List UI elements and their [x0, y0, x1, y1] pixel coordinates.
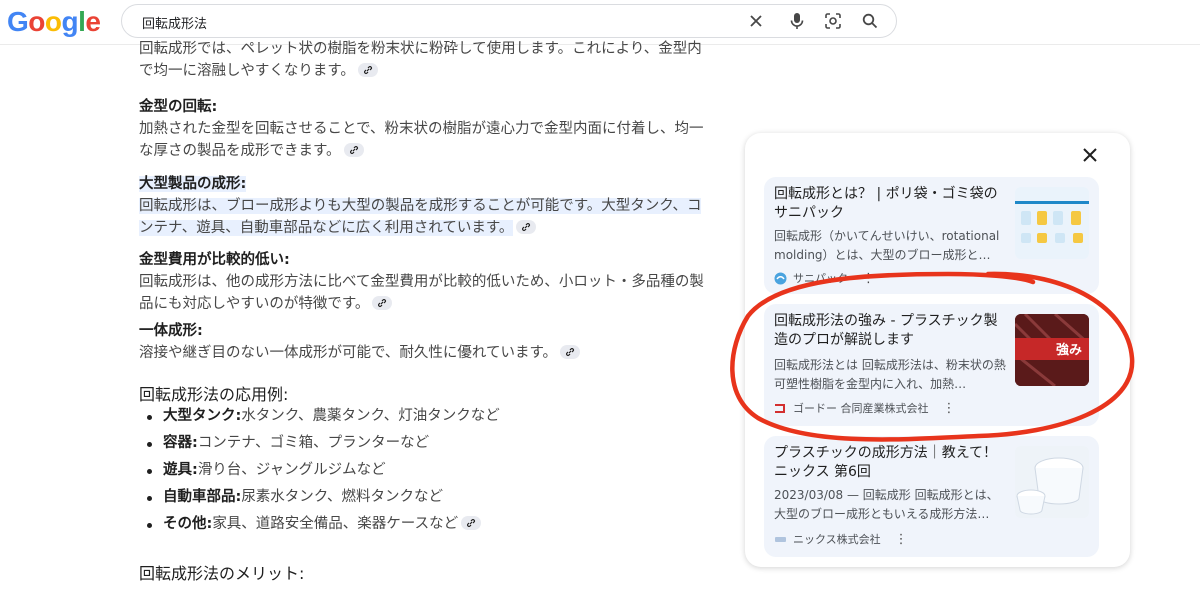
section-text: 溶接や継ぎ目のない一体成形が可能で、耐久性に優れています。	[139, 342, 714, 364]
list-item-label: 自動車部品:	[163, 489, 242, 505]
section-heading-text: 大型製品の成形:	[139, 176, 247, 192]
applications-list: 大型タンク:水タンク、農薬タンク、灯油タンクなど 容器:コンテナ、ゴミ箱、プラン…	[139, 403, 500, 538]
intro-paragraph: 回転成形では、ペレット状の樹脂を粉末状に粉砕して使用します。これにより、金型内で…	[139, 38, 709, 82]
thumbnail-caption: 強み	[1056, 342, 1082, 358]
card-thumbnail	[1015, 446, 1089, 518]
clear-icon[interactable]	[746, 11, 766, 31]
list-item-text: 家具、道路安全備品、楽器ケースなど	[212, 516, 459, 532]
google-logo[interactable]: Google	[7, 6, 101, 38]
list-item: 容器:コンテナ、ゴミ箱、プランターなど	[147, 430, 500, 457]
section-heading: 一体成形:	[139, 323, 203, 339]
list-item-label: 容器:	[163, 435, 198, 451]
section-mold-rotation: 金型の回転: 加熱された金型を回転させることで、粉末状の樹脂が遠心力で金型内面に…	[139, 96, 714, 162]
list-item: その他:家具、道路安全備品、楽器ケースなど	[147, 511, 500, 538]
search-box[interactable]	[121, 4, 897, 38]
card-source-name: サニパック	[793, 272, 848, 285]
card-snippet: 回転成形（かいてんせいけい、rotational molding）とは、大型のブ…	[774, 229, 1000, 262]
gordo-icon	[775, 403, 785, 413]
list-item-text: コンテナ、ゴミ箱、プランターなど	[197, 435, 430, 451]
list-item: 遊具:滑り台、ジャングルジムなど	[147, 457, 500, 484]
intro-text: 回転成形では、ペレット状の樹脂を粉末状に粉砕して使用します。これにより、金型内で…	[139, 41, 702, 79]
search-icon[interactable]	[860, 11, 880, 31]
link-icon[interactable]	[516, 220, 537, 234]
sanipak-icon	[774, 272, 787, 284]
section-text-content: 回転成形は、ブロー成形よりも大型の製品を成形することが可能です。大型タンク、コン…	[139, 198, 702, 236]
source-card[interactable]: 回転成形とは？ | ポリ袋・ゴミ袋のサニパック 回転成形（かいてんせいけい、ro…	[764, 177, 1099, 294]
link-icon[interactable]	[357, 63, 378, 77]
card-source: サニパック ⋮	[774, 270, 875, 286]
nix-icon	[775, 536, 786, 542]
list-item-label: 大型タンク:	[163, 408, 242, 424]
section-text-content: 回転成形は、他の成形方法に比べて金型費用が比較的低いため、小ロット・多品種の製品…	[139, 274, 704, 312]
more-icon[interactable]: ⋮	[943, 401, 956, 416]
section-heading: 大型製品の成形:	[139, 173, 714, 195]
list-item-text: 水タンク、農薬タンク、灯油タンクなど	[241, 408, 500, 424]
list-item-text: 滑り台、ジャングルジムなど	[197, 462, 386, 478]
sources-panel: 回転成形とは？ | ポリ袋・ゴミ袋のサニパック 回転成形（かいてんせいけい、ro…	[745, 133, 1130, 567]
card-source-name: ニックス株式会社	[793, 533, 881, 546]
search-input[interactable]	[140, 11, 704, 33]
list-item: 自動車部品:尿素水タンク、燃料タンクなど	[147, 484, 500, 511]
link-icon[interactable]	[343, 143, 364, 157]
more-icon[interactable]: ⋮	[895, 532, 908, 547]
section-text: 回転成形は、ブロー成形よりも大型の製品を成形することが可能です。大型タンク、コン…	[139, 195, 714, 239]
more-icon[interactable]: ⋮	[862, 271, 875, 286]
ai-overview-content: 回転成形では、ペレット状の樹脂を粉末状に粉砕して使用します。これにより、金型内で…	[139, 38, 719, 583]
card-source: ニックス株式会社 ⋮	[774, 531, 908, 547]
list-item-label: 遊具:	[163, 462, 198, 478]
card-thumbnail	[1015, 187, 1089, 259]
card-source-name: ゴードー 合同産業株式会社	[793, 402, 929, 415]
section-text-content: 溶接や継ぎ目のない一体成形が可能で、耐久性に優れています。	[139, 345, 558, 361]
card-title[interactable]: 回転成形法の強み - プラスチック製造のプロが解説します	[774, 312, 1004, 350]
section-text: 回転成形は、他の成形方法に比べて金型費用が比較的低いため、小ロット・多品種の製品…	[139, 271, 714, 315]
section-low-mold-cost: 金型費用が比較的低い: 回転成形は、他の成形方法に比べて金型費用が比較的低いため…	[139, 249, 714, 315]
source-card[interactable]: 回転成形法の強み - プラスチック製造のプロが解説します 回転成形法とは 回転成…	[764, 304, 1099, 426]
link-icon[interactable]	[461, 516, 482, 530]
section-large-products: 大型製品の成形: 回転成形は、ブロー成形よりも大型の製品を成形することが可能です…	[139, 173, 714, 239]
card-title[interactable]: 回転成形とは？ | ポリ袋・ゴミ袋のサニパック	[774, 185, 1004, 223]
lens-icon[interactable]	[823, 11, 843, 31]
card-thumbnail: 強み	[1015, 314, 1089, 386]
section-heading: 金型費用が比較的低い:	[139, 252, 290, 268]
section-text-content: 加熱された金型を回転させることで、粉末状の樹脂が遠心力で金型内面に付着し、均一な…	[139, 121, 704, 159]
card-source: ゴードー 合同産業株式会社 ⋮	[774, 400, 956, 416]
section-one-piece: 一体成形: 溶接や継ぎ目のない一体成形が可能で、耐久性に優れています。	[139, 320, 714, 364]
card-snippet: 回転成形法とは 回転成形法は、粉末状の熱可塑性樹脂を金型内に入れ、加熱…	[774, 358, 1006, 391]
merits-title: 回転成形法のメリット:	[139, 564, 305, 583]
card-title[interactable]: プラスチックの成形方法｜教えて！ニックス 第6回	[774, 444, 1004, 482]
card-snippet: 2023/03/08 — 回転成形 回転成形とは、大型のブロー成形ともいえる成形…	[774, 488, 999, 521]
source-card[interactable]: プラスチックの成形方法｜教えて！ニックス 第6回 2023/03/08 — 回転…	[764, 436, 1099, 557]
section-text: 加熱された金型を回転させることで、粉末状の樹脂が遠心力で金型内面に付着し、均一な…	[139, 118, 714, 162]
microphone-icon[interactable]	[787, 11, 807, 31]
list-item-text: 尿素水タンク、燃料タンクなど	[241, 489, 444, 505]
list-item-label: その他:	[163, 516, 213, 532]
close-icon[interactable]	[1080, 145, 1100, 165]
link-icon[interactable]	[372, 296, 393, 310]
list-item: 大型タンク:水タンク、農薬タンク、灯油タンクなど	[147, 403, 500, 430]
link-icon[interactable]	[560, 345, 581, 359]
section-heading: 金型の回転:	[139, 99, 218, 115]
